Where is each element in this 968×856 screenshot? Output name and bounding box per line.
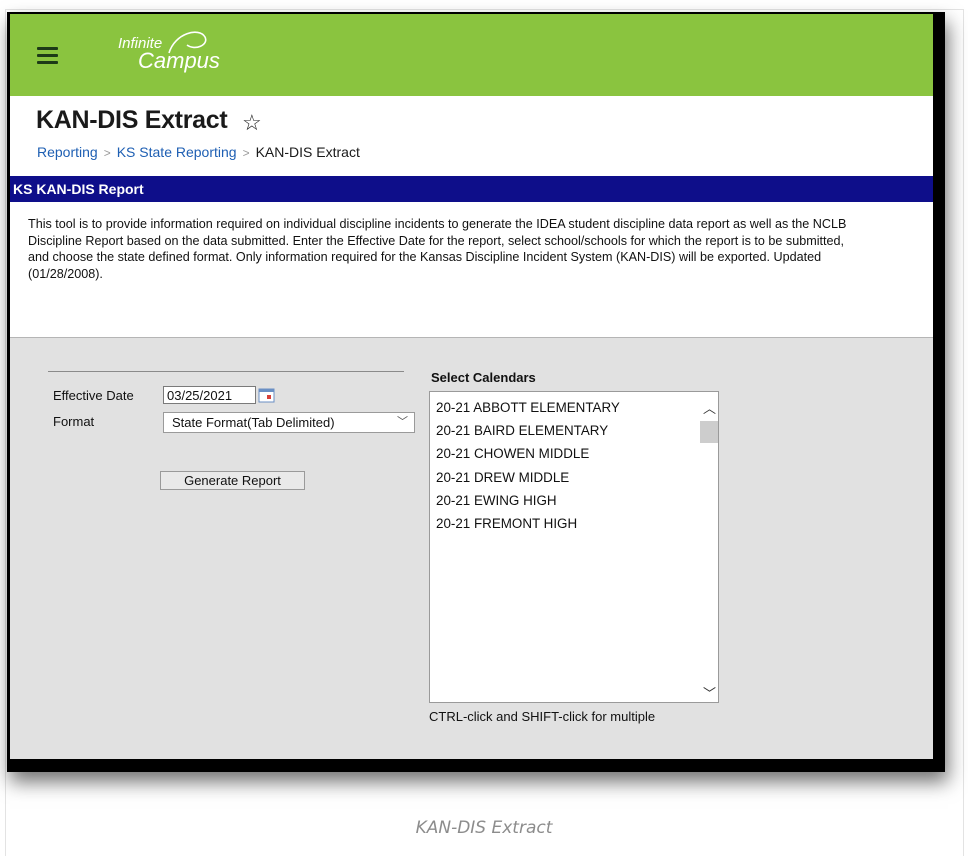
calendar-option[interactable]: 20-21 ABBOTT ELEMENTARY: [436, 397, 620, 420]
calendar-option[interactable]: 20-21 DREW MIDDLE: [436, 467, 620, 490]
generate-report-button[interactable]: Generate Report: [160, 471, 305, 490]
description-box: This tool is to provide information requ…: [10, 202, 933, 338]
logo-swirl-icon: [168, 31, 207, 54]
scroll-down-icon[interactable]: ﹀: [703, 683, 716, 702]
effective-date-label: Effective Date: [53, 388, 134, 403]
breadcrumb-separator-icon: >: [103, 146, 111, 160]
format-selected-value: State Format(Tab Delimited): [172, 415, 335, 430]
page-header: KAN-DIS Extract ☆ Reporting > KS State Rep…: [10, 96, 933, 176]
calendar-option[interactable]: 20-21 BAIRD ELEMENTARY: [436, 420, 620, 443]
breadcrumb-separator-icon: >: [242, 146, 250, 160]
figure-caption: KAN-DIS Extract: [415, 818, 553, 838]
calendar-option[interactable]: 20-21 EWING HIGH: [436, 490, 620, 513]
breadcrumb: Reporting > KS State Reporting > KAN-DIS Ext…: [37, 144, 360, 160]
form-divider: [48, 371, 404, 372]
report-title-bar: KS KAN-DIS Report: [10, 176, 933, 202]
calendar-listbox[interactable]: 20-21 ABBOTT ELEMENTARY 20-21 BAIRD ELEM…: [429, 391, 719, 703]
breadcrumb-reporting[interactable]: Reporting: [37, 144, 98, 160]
effective-date-input[interactable]: [163, 386, 256, 404]
breadcrumb-ks-state-reporting[interactable]: KS State Reporting: [117, 144, 237, 160]
format-select[interactable]: State Format(Tab Delimited) ﹀: [163, 412, 415, 433]
scroll-up-icon[interactable]: ︿: [703, 398, 716, 417]
breadcrumb-current: KAN-DIS Extract: [255, 144, 360, 160]
chevron-down-icon: ﹀: [397, 416, 408, 428]
page-title: KAN-DIS Extract: [36, 106, 228, 134]
calendar-icon[interactable]: [258, 387, 276, 404]
format-label: Format: [53, 414, 95, 429]
multi-select-hint: CTRL-click and SHIFT-click for multiple: [429, 709, 656, 724]
listbox-scrollbar[interactable]: ︿ ﹀: [698, 392, 718, 702]
calendar-option[interactable]: 20-21 CHOWEN MIDDLE: [436, 443, 620, 466]
top-bar: Infinite Campus: [10, 14, 933, 96]
calendar-list: 20-21 ABBOTT ELEMENTARY 20-21 BAIRD ELEM…: [436, 397, 620, 536]
scrollbar-thumb[interactable]: [700, 421, 718, 443]
app-window: Infinite Campus KAN-DIS Extract ☆ Report…: [10, 14, 933, 759]
hamburger-menu-icon[interactable]: [37, 47, 58, 65]
favorite-star-icon[interactable]: ☆: [242, 110, 262, 136]
calendar-option[interactable]: 20-21 FREMONT HIGH: [436, 513, 620, 536]
select-calendars-heading: Select Calendars: [431, 370, 536, 385]
report-description: This tool is to provide information requ…: [28, 217, 847, 281]
